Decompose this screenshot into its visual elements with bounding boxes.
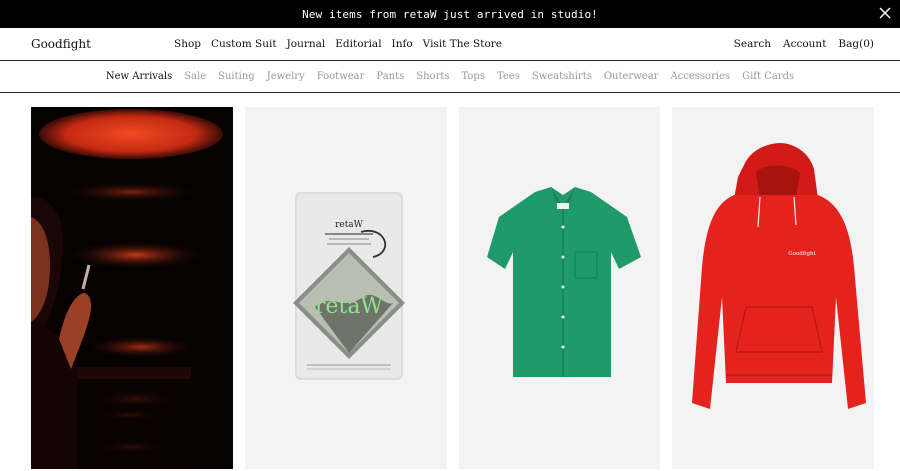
- editorial-photo[interactable]: [31, 107, 233, 469]
- nav-info[interactable]: Info: [392, 38, 413, 50]
- search-link[interactable]: Search: [734, 38, 771, 50]
- tag-logo-text: retaW: [315, 294, 383, 319]
- product-card-red-hoodie[interactable]: Goodfight: [672, 107, 874, 469]
- category-jewelry[interactable]: Jewelry: [267, 71, 305, 82]
- nav-visit-the-store[interactable]: Visit The Store: [423, 38, 502, 50]
- category-tees[interactable]: Tees: [497, 71, 520, 82]
- product-card-retaw-tag[interactable]: retaW retaW: [244, 107, 447, 469]
- product-grid: retaW retaW Goodfight: [0, 93, 900, 469]
- nav-shop[interactable]: Shop: [174, 38, 201, 50]
- announcement-bar: New items from retaW just arrived in stu…: [0, 0, 900, 28]
- product-image-fragrance-tag: retaW retaW: [292, 192, 405, 380]
- category-gift-cards[interactable]: Gift Cards: [742, 71, 794, 82]
- announcement-text: New items from retaW just arrived in stu…: [302, 7, 598, 21]
- nav-editorial[interactable]: Editorial: [335, 38, 381, 50]
- account-link[interactable]: Account: [783, 38, 826, 50]
- product-image-green-shirt: [486, 187, 641, 377]
- product-image-red-hoodie: Goodfight: [692, 143, 867, 409]
- category-tops[interactable]: Tops: [462, 71, 485, 82]
- category-sweatshirts[interactable]: Sweatshirts: [532, 71, 592, 82]
- bag-link[interactable]: Bag(0): [838, 38, 874, 50]
- category-sale[interactable]: Sale: [184, 71, 206, 82]
- site-logo[interactable]: Goodfight: [31, 37, 174, 51]
- category-footwear[interactable]: Footwear: [317, 71, 365, 82]
- header-actions: Search Account Bag(0): [722, 38, 874, 50]
- tag-brand-text: retaW: [335, 220, 364, 230]
- category-pants[interactable]: Pants: [376, 71, 404, 82]
- category-outerwear[interactable]: Outerwear: [604, 71, 659, 82]
- editorial-image: [31, 107, 233, 469]
- category-nav: New Arrivals Sale Suiting Jewelry Footwe…: [0, 61, 900, 93]
- site-header: Goodfight Shop Custom Suit Journal Edito…: [0, 28, 900, 61]
- product-card-green-shirt[interactable]: [458, 107, 661, 469]
- hoodie-print-text: Goodfight: [789, 251, 817, 257]
- nav-custom-suit[interactable]: Custom Suit: [211, 38, 277, 50]
- category-shorts[interactable]: Shorts: [416, 71, 449, 82]
- nav-journal[interactable]: Journal: [287, 38, 326, 50]
- category-suiting[interactable]: Suiting: [218, 71, 255, 82]
- main-nav: Shop Custom Suit Journal Editorial Info …: [174, 38, 512, 50]
- category-accessories[interactable]: Accessories: [670, 71, 730, 82]
- close-icon[interactable]: [879, 7, 891, 19]
- category-new-arrivals[interactable]: New Arrivals: [106, 71, 172, 82]
